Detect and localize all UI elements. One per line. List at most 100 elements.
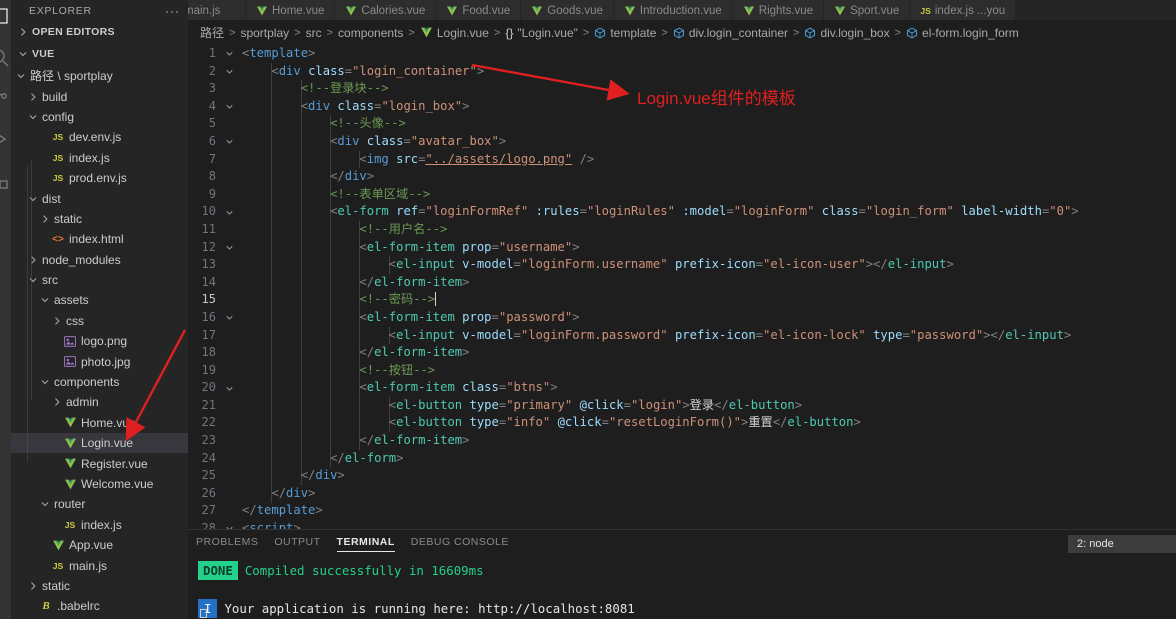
code-line[interactable]: 7 <img src="../assets/logo.png" />: [188, 151, 1176, 169]
tree-twisty-icon[interactable]: [39, 498, 51, 510]
run-debug-icon[interactable]: [0, 127, 11, 151]
code-line[interactable]: 27 </template>: [188, 502, 1176, 520]
section-twisty-icon[interactable]: [17, 48, 29, 60]
editor-tab[interactable]: JS index.js ...you: [910, 0, 1017, 20]
code-line[interactable]: 3 <!--登录块-->: [188, 80, 1176, 98]
tree-item[interactable]: node_modules: [11, 250, 188, 270]
tree-item[interactable]: <> index.html: [11, 229, 188, 249]
tree-item[interactable]: JS prod.env.js: [11, 168, 188, 188]
breadcrumb-item[interactable]: src: [306, 26, 322, 40]
tree-twisty-icon[interactable]: [39, 213, 51, 225]
tree-item[interactable]: JS index.js: [11, 148, 188, 168]
code-line[interactable]: 14 </el-form-item>: [188, 274, 1176, 292]
tree-twisty-icon[interactable]: [27, 274, 39, 286]
tree-twisty-icon[interactable]: [51, 315, 63, 327]
code-line[interactable]: 1 <template>: [188, 45, 1176, 63]
fold-open-icon[interactable]: [222, 136, 236, 147]
tree-item[interactable]: logo.png: [11, 331, 188, 351]
breadcrumb-item[interactable]: sportplay: [240, 26, 289, 40]
tree-item[interactable]: App.vue: [11, 535, 188, 555]
breadcrumb-item[interactable]: el-form.login_form: [906, 26, 1019, 40]
tree-item[interactable]: 路径 \ sportplay: [11, 66, 188, 86]
code-line[interactable]: 6 <div class="avatar_box">: [188, 133, 1176, 151]
tree-twisty-icon[interactable]: [27, 580, 39, 592]
code-line[interactable]: 20 <el-form-item class="btns">: [188, 379, 1176, 397]
tree-twisty-icon[interactable]: [39, 376, 51, 388]
breadcrumb-item[interactable]: {} "Login.vue": [505, 26, 578, 40]
code-line[interactable]: 25 </div>: [188, 467, 1176, 485]
breadcrumb-item[interactable]: div.login_container: [673, 26, 788, 40]
breadcrumb-item[interactable]: template: [594, 26, 656, 40]
search-icon[interactable]: [0, 45, 11, 69]
section-twisty-icon[interactable]: [17, 26, 29, 38]
tree-item[interactable]: static: [11, 209, 188, 229]
explorer-icon[interactable]: [0, 4, 11, 28]
tree-item[interactable]: admin: [11, 392, 188, 412]
tree-twisty-icon[interactable]: [51, 396, 63, 408]
editor-tab[interactable]: Sport.vue: [824, 0, 911, 20]
code-line[interactable]: 26 </div>: [188, 485, 1176, 503]
tree-item[interactable]: config: [11, 107, 188, 127]
tree-item-selected[interactable]: Login.vue: [11, 433, 188, 454]
fold-open-icon[interactable]: [222, 101, 236, 112]
source-control-icon[interactable]: [0, 86, 11, 110]
explorer-section-workspace[interactable]: VUE: [11, 43, 188, 65]
tree-twisty-icon[interactable]: [27, 254, 39, 266]
tree-item[interactable]: JS main.js: [11, 555, 188, 575]
code-line[interactable]: 4 <div class="login_box">: [188, 98, 1176, 116]
code-line[interactable]: 16 <el-form-item prop="password">: [188, 309, 1176, 327]
tree-item[interactable]: dist: [11, 188, 188, 208]
code-line[interactable]: 13 <el-input v-model="loginForm.username…: [188, 256, 1176, 274]
tree-item[interactable]: static: [11, 576, 188, 596]
code-line[interactable]: 9 <!--表单区域-->: [188, 186, 1176, 204]
breadcrumb-item[interactable]: div.login_box: [804, 26, 890, 40]
code-editor[interactable]: 1 <template> 2 <div class="login_container…: [188, 44, 1176, 529]
tree-item[interactable]: build: [11, 86, 188, 106]
tree-item[interactable]: css: [11, 311, 188, 331]
editor-tab[interactable]: Rights.vue: [732, 0, 825, 20]
tree-twisty-icon[interactable]: [27, 91, 39, 103]
editor-tab[interactable]: Calories.vue: [335, 0, 437, 20]
code-line[interactable]: 28 <script>: [188, 520, 1176, 529]
fold-open-icon[interactable]: [222, 48, 236, 59]
extensions-icon[interactable]: [0, 168, 11, 192]
code-line[interactable]: 8 </div>: [188, 168, 1176, 186]
tree-twisty-icon[interactable]: [39, 294, 51, 306]
code-line[interactable]: 5 <!--头像-->: [188, 115, 1176, 133]
tree-item[interactable]: JS dev.env.js: [11, 127, 188, 147]
tree-item[interactable]: Home.vue: [11, 413, 188, 433]
panel-tab[interactable]: TERMINAL: [336, 536, 395, 552]
tree-twisty-icon[interactable]: [27, 111, 39, 123]
terminal-selector[interactable]: 2: node: [1068, 535, 1176, 553]
tree-item[interactable]: JS index.js: [11, 515, 188, 535]
breadcrumb-item[interactable]: Login.vue: [420, 26, 489, 40]
fold-open-icon[interactable]: [222, 66, 236, 77]
tree-twisty-icon[interactable]: [15, 70, 27, 82]
code-line[interactable]: 10 <el-form ref="loginFormRef" :rules="l…: [188, 203, 1176, 221]
fold-open-icon[interactable]: [222, 207, 236, 218]
code-line[interactable]: 12 <el-form-item prop="username">: [188, 239, 1176, 257]
panel-tab[interactable]: OUTPUT: [274, 536, 320, 551]
code-line[interactable]: 21 <el-button type="primary" @click="log…: [188, 397, 1176, 415]
tree-item[interactable]: B .babelrc: [11, 596, 188, 616]
fold-open-icon[interactable]: [222, 383, 236, 394]
code-line[interactable]: 19 <!--按钮-->: [188, 362, 1176, 380]
tree-item[interactable]: photo.jpg: [11, 351, 188, 371]
tree-item[interactable]: Register.vue: [11, 453, 188, 473]
code-line[interactable]: 18 </el-form-item>: [188, 344, 1176, 362]
breadcrumb-item[interactable]: 路径: [200, 24, 224, 41]
code-line[interactable]: 15 <!--密码-->: [188, 291, 1176, 309]
fold-open-icon[interactable]: [222, 312, 236, 323]
code-line[interactable]: 11 <!--用户名-->: [188, 221, 1176, 239]
tree-item[interactable]: components: [11, 372, 188, 392]
code-content[interactable]: 1 <template> 2 <div class="login_container…: [188, 44, 1176, 529]
code-line[interactable]: 2 <div class="login_container">: [188, 63, 1176, 81]
tree-item[interactable]: router: [11, 494, 188, 514]
code-line[interactable]: 22 <el-button type="info" @click="resetL…: [188, 414, 1176, 432]
code-line[interactable]: 23 </el-form-item>: [188, 432, 1176, 450]
fold-open-icon[interactable]: [222, 242, 236, 253]
panel-tab[interactable]: DEBUG CONSOLE: [411, 536, 509, 551]
code-line[interactable]: 24 </el-form>: [188, 450, 1176, 468]
terminal-output[interactable]: DONE Compiled successfully in 16609ms I You…: [188, 557, 1176, 619]
editor-tab[interactable]: Goods.vue: [521, 0, 614, 20]
